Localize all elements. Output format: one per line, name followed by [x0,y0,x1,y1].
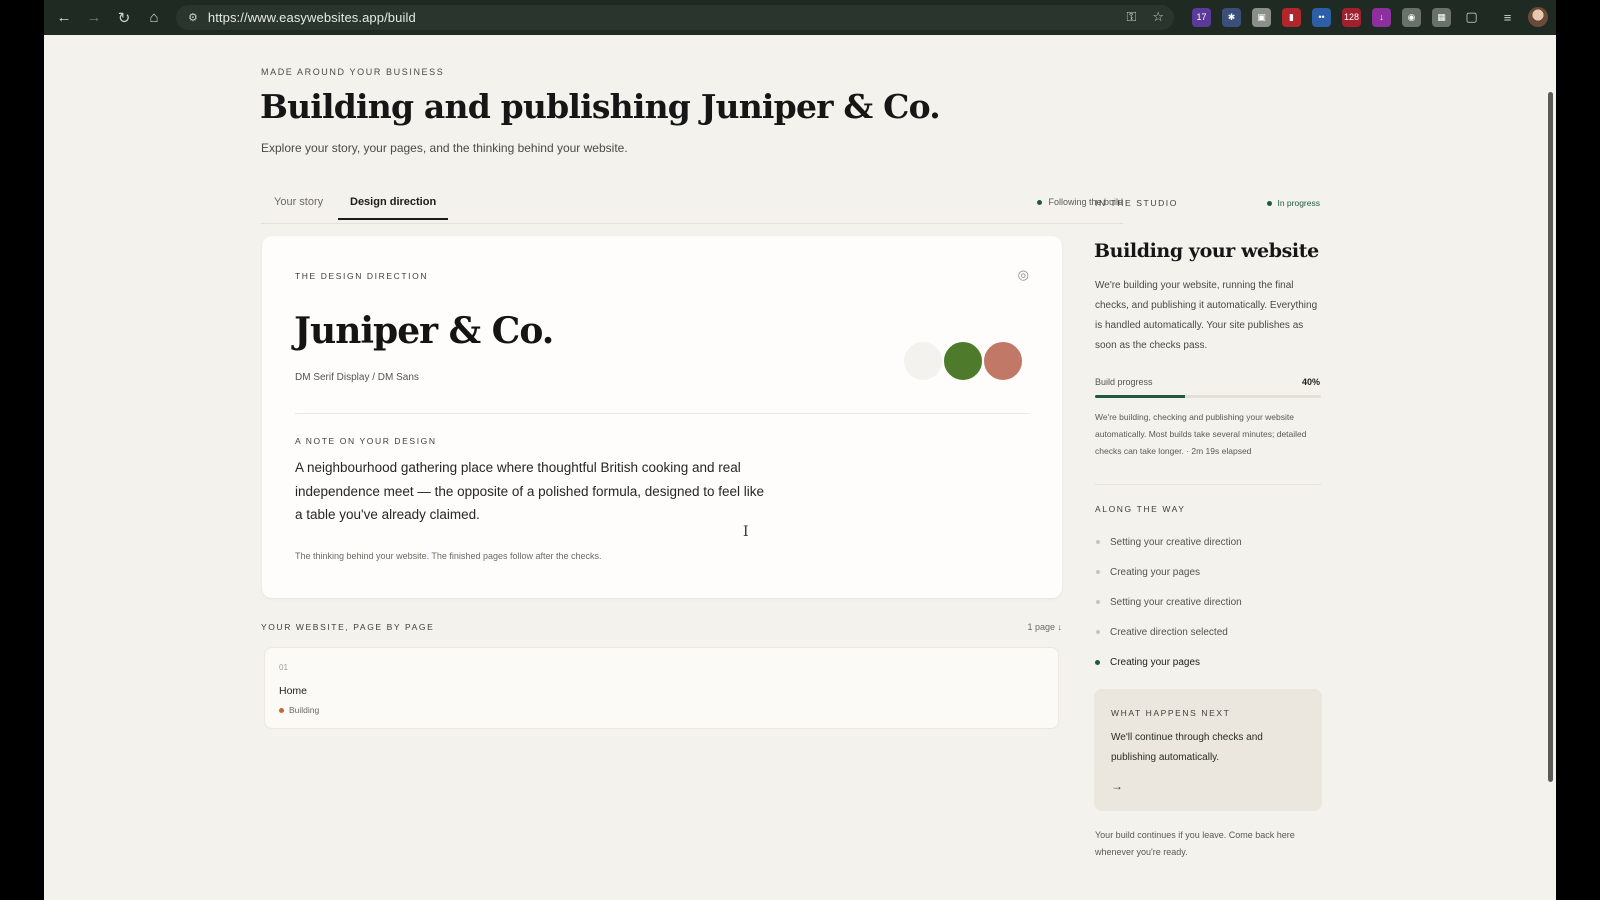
page-number: 01 [279,663,288,672]
extension-icon[interactable]: 17 [1192,7,1211,27]
next-body: We'll continue through checks and publis… [1111,732,1263,763]
page-name: Home [279,685,308,697]
page-status-label: Building [289,705,320,715]
progress-bar [1095,395,1321,398]
scrollbar[interactable] [1548,92,1553,782]
tab-design-direction[interactable]: Design direction [337,196,449,220]
browser-window: ← → ↻ ⌂ ⚙ https://www.easywebsites.app/b… [44,0,1556,900]
home-icon[interactable]: ⌂ [139,3,169,33]
step-label: Setting your creative direction [1110,536,1242,548]
step-dot [1096,630,1100,634]
arrow-right-icon[interactable]: → [79,3,109,33]
status-dot [1267,200,1273,206]
extension-icon[interactable]: ✱ [1222,7,1241,27]
design-eyebrow: THE DESIGN DIRECTION [295,271,429,281]
status-badge: In progress [1260,198,1320,208]
arrow-right-icon[interactable]: → [1111,779,1123,793]
pages-count[interactable]: 1 page ↓ [994,622,1062,632]
studio-description: We're building your website, running the… [1095,280,1318,351]
page-status: Building [279,705,319,715]
page-title: Building and publishing Juniper & Co. [260,87,941,126]
camera-icon[interactable]: ◉ [1402,7,1421,27]
list-item: Creative direction selected [1095,617,1323,647]
list-item: Creating your pages [1095,557,1323,587]
step-dot [1095,659,1100,665]
divider [295,413,1029,414]
extension-badge: 17 [1196,12,1207,22]
what-happens-next-card: WHAT HAPPENS NEXT We'll continue through… [1094,689,1322,811]
extension-icon[interactable]: ▦ [1432,7,1451,27]
status-label: In progress [1277,198,1320,208]
puzzle-icon[interactable]: ▢ [1462,8,1481,27]
list-item-active: Creating your pages [1095,647,1323,677]
studio-eyebrow: IN THE STUDIO [1095,198,1178,208]
download-icon[interactable]: ↓ [1372,7,1391,27]
studio-title: Building your website [1094,240,1319,262]
url-text[interactable]: https://www.easywebsites.app/build [208,10,416,25]
pages-count-label: 1 page [1027,622,1055,632]
page-subtitle: Explore your story, your pages, and the … [261,141,628,155]
address-bar[interactable]: ⚙ https://www.easywebsites.app/build ⚿ ☆ [176,5,1174,30]
page-list-item[interactable]: 01 Home Building [264,647,1059,729]
page-eyebrow: MADE AROUND YOUR BUSINESS [261,67,445,77]
step-label: Setting your creative direction [1110,596,1242,608]
extensions-bar: 17 ✱ ▣ ▮ •• 128 ↓ ◉ ▦ ▢ ≡ ⋮ [1192,7,1556,27]
step-dot [1096,540,1100,544]
arrow-down-icon: ↓ [1057,622,1063,632]
along-eyebrow: ALONG THE WAY [1095,504,1186,514]
star-icon[interactable]: ☆ [1152,9,1164,25]
font-pairing: DM Serif Display / DM Sans [295,372,419,383]
browser-toolbar: ← → ↻ ⌂ ⚙ https://www.easywebsites.app/b… [44,0,1556,35]
tab-your-story[interactable]: Your story [274,196,323,219]
key-icon[interactable]: ⚿ [1126,9,1136,25]
progress-note: We're building, checking and publishing … [1095,412,1307,456]
tabs: Your story Design direction Following th… [261,186,1123,224]
brand-name: Juniper & Co. [294,310,554,352]
design-direction-card: THE DESIGN DIRECTION ◎ Juniper & Co. DM … [262,236,1062,598]
step-dot [1096,600,1100,604]
design-footnote: The thinking behind your website. The fi… [295,551,602,561]
list-item: Setting your creative direction [1095,587,1323,617]
progress-label: Build progress [1095,377,1153,387]
arrow-left-icon[interactable]: ← [49,3,79,33]
color-swatch [902,340,944,382]
pages-eyebrow: YOUR WEBSITE, PAGE BY PAGE [261,622,435,632]
next-eyebrow: WHAT HAPPENS NEXT [1111,708,1231,718]
list-item: Setting your creative direction [1095,527,1323,557]
color-swatch [982,340,1024,382]
reload-icon[interactable]: ↻ [109,3,139,33]
extension-badge: 128 [1343,12,1360,22]
divider [1095,484,1321,485]
extension-icon[interactable]: 128 [1342,7,1361,27]
avatar[interactable] [1528,7,1548,27]
step-label: Creating your pages [1110,566,1201,578]
palette-icon[interactable]: ◎ [1018,267,1029,283]
media-icon[interactable]: ≡ [1498,8,1517,27]
building-dot [279,707,284,713]
color-swatches [902,340,1026,382]
progress-percent: 40% [1301,377,1320,387]
progress-fill [1095,395,1186,398]
step-label: Creative direction selected [1110,626,1228,638]
leave-note: Your build continues if you leave. Come … [1095,830,1295,857]
design-note: A neighbourhood gathering place where th… [295,460,765,522]
step-label: Creating your pages [1110,656,1201,668]
color-swatch [942,340,984,382]
extension-icon[interactable]: •• [1312,7,1331,27]
extension-icon[interactable]: ▣ [1252,7,1271,27]
step-list: Setting your creative direction Creating… [1095,527,1323,677]
status-dot [1037,199,1043,205]
step-dot [1096,570,1100,574]
extension-icon[interactable]: ▮ [1282,7,1301,27]
text-cursor-icon: I [743,524,749,540]
note-eyebrow: A NOTE ON YOUR DESIGN [295,436,437,446]
site-settings-icon[interactable]: ⚙ [188,11,198,24]
